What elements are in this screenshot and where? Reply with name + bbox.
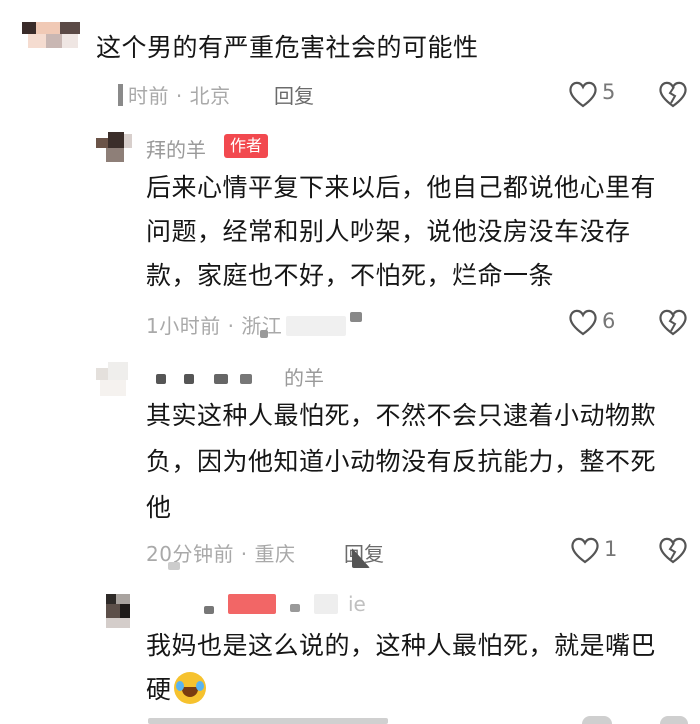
dislike-icon[interactable]	[658, 79, 688, 109]
heart-icon[interactable]	[570, 536, 600, 564]
comment-text-line: 款，家庭也不好，不怕死，烂命一条	[146, 261, 555, 290]
heart-icon[interactable]	[568, 80, 598, 108]
blurred-time-prefix	[118, 84, 123, 106]
blurred-username	[156, 374, 166, 384]
username[interactable]: 拜的羊	[146, 134, 206, 163]
crying-laughing-emoji-icon	[173, 672, 206, 704]
like-count: 6	[602, 309, 616, 333]
like-count: 5	[602, 80, 616, 104]
cut-off-meta-row	[148, 718, 388, 724]
dislike-icon[interactable]	[658, 307, 688, 337]
comment-text-line: 后来心情平复下来以后，他自己都说他心里有	[146, 173, 657, 202]
username[interactable]: 的羊	[284, 362, 324, 391]
reply-button[interactable]: 回复	[274, 80, 314, 109]
avatar[interactable]	[106, 594, 132, 630]
comment-text-line: 我妈也是这么说的，这种人最怕死，就是嘴巴	[146, 631, 657, 660]
comment-text-line: 硬	[146, 672, 206, 708]
like-count: 1	[604, 537, 618, 561]
avatar[interactable]	[96, 132, 134, 164]
username[interactable]: ie	[348, 592, 366, 616]
author-badge: 作者	[224, 134, 269, 158]
comment-text: 这个男的有严重危害社会的可能性	[96, 33, 479, 62]
avatar[interactable]	[22, 22, 82, 52]
comment-meta: 时前 · 北京	[128, 84, 231, 108]
comment-text-line: 其实这种人最怕死，不然不会只逮着小动物欺	[146, 401, 657, 430]
comment-text-line: 问题，经常和别人吵架，说他没房没车没存	[146, 217, 631, 246]
comment-text-line: 负，因为他知道小动物没有反抗能力，整不死	[146, 447, 657, 476]
avatar[interactable]	[96, 362, 132, 398]
heart-icon[interactable]	[568, 308, 598, 336]
comment-text-line: 他	[146, 493, 172, 522]
comment-text-tail: 硬	[146, 675, 172, 704]
blurred-username	[204, 606, 214, 614]
dislike-icon[interactable]	[658, 535, 688, 565]
blurred-reply	[286, 316, 346, 336]
